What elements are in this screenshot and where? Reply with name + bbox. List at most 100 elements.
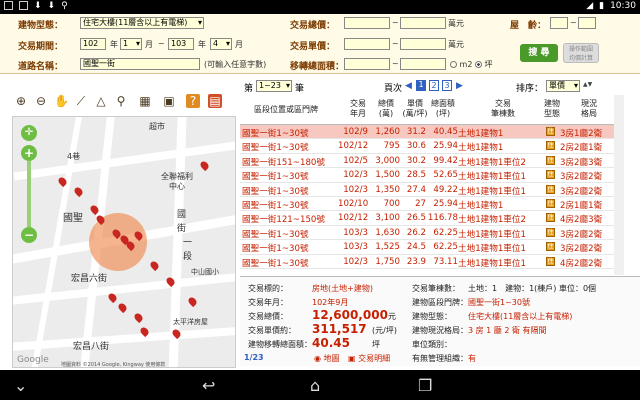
row-area: 40.45: [433, 127, 458, 137]
row-total: 1,750: [375, 256, 400, 267]
table-row[interactable]: 國聖一街1~30號 102/10 700 27 25.94 土地1建物1 2房1廳1衛住: [240, 197, 614, 212]
row-count: 土地1建物1車位1: [458, 186, 526, 197]
row-date: 103/3: [343, 242, 368, 253]
map-pin[interactable]: [148, 259, 161, 272]
row-area: 25.94: [433, 198, 458, 209]
row-total: 795: [383, 141, 400, 152]
layer-icon[interactable]: ▦: [138, 94, 152, 108]
map-link-button[interactable]: ◉ 地圖: [314, 353, 340, 364]
page-2[interactable]: 2: [429, 80, 439, 91]
month-to-select[interactable]: 4: [210, 38, 232, 50]
row-unit: 30.2: [406, 155, 426, 166]
area-min-input[interactable]: [344, 58, 390, 70]
map-pin[interactable]: [72, 185, 85, 198]
zoom-out-icon[interactable]: ⊖: [34, 94, 48, 108]
total-price-min-input[interactable]: [344, 17, 390, 29]
help-icon[interactable]: ?: [186, 94, 200, 108]
unit-price-min-input[interactable]: [344, 38, 390, 50]
row-layout: 3房2廳2衛: [560, 172, 603, 183]
pan-control-icon[interactable]: ✛: [21, 125, 37, 141]
table-row[interactable]: 國聖一街1~30號 102/12 795 30.6 25.94 土地1建物1 2房2廳1衛住: [240, 139, 614, 154]
row-date: 102/10: [338, 198, 369, 209]
table-row[interactable]: 國聖一街151~180號 102/5 3,000 30.2 99.42 土地1建物1車位2…: [240, 154, 614, 169]
detail-panel: 交易標的： 房地(土地+建物) 交易年月： 102年9月 交易總價： 12,60…: [240, 276, 640, 366]
back-icon[interactable]: ↩: [202, 376, 215, 395]
row-date: 102/3: [343, 184, 368, 195]
row-addr: 國聖一街1~30號: [242, 129, 309, 139]
table-row[interactable]: 國聖一街1~30號 102/3 1,500 28.5 52.65 土地1建物1車位1 3房2…: [240, 168, 614, 183]
row-date: 102/12: [338, 213, 369, 224]
row-area: 116.78: [427, 213, 458, 224]
area-triangle-icon[interactable]: △: [94, 94, 108, 108]
road-input[interactable]: 國聖一街: [80, 58, 200, 70]
usb-icon: ⚲: [61, 1, 68, 11]
zoom-in-icon[interactable]: ⊕: [14, 94, 28, 108]
next-page-icon[interactable]: ▶: [456, 81, 463, 91]
row-date: 102/3: [343, 256, 368, 267]
year-to-input[interactable]: 103: [168, 38, 194, 50]
map-toolbar: ⊕ ⊖ ✋ ⟋ △ ⚲ ▦ ▣ ? ▤: [0, 88, 236, 114]
area-max-input[interactable]: [400, 58, 446, 70]
total-price-max-input[interactable]: [400, 17, 446, 29]
search-button[interactable]: 搜 尋: [520, 44, 558, 62]
results-scrollbar[interactable]: [614, 95, 624, 275]
sort-select[interactable]: 單價: [546, 80, 580, 92]
zoom-control: ✛ + −: [15, 121, 45, 251]
row-date: 103/3: [343, 227, 368, 238]
zoom-minus-button[interactable]: −: [21, 227, 37, 243]
table-row[interactable]: 國聖一街121~150號 102/12 3,100 26.5 116.78 土地1建物1車…: [240, 211, 614, 226]
page-1[interactable]: 1: [416, 80, 426, 91]
row-addr: 國聖一街1~30號: [242, 186, 309, 197]
camera-icon[interactable]: ▣: [162, 94, 176, 108]
age-min-input[interactable]: [550, 17, 568, 29]
table-row[interactable]: 國聖一街1~30號 102/3 1,350 27.4 49.22 土地1建物1車位1 3房2…: [240, 183, 614, 197]
row-area: 73.11: [433, 256, 458, 267]
detail-link-button[interactable]: ▣ 交易明細: [348, 353, 390, 364]
map-pin[interactable]: [116, 301, 129, 314]
row-addr: 國聖一街121~150號: [242, 215, 325, 226]
row-count: 土地1建物1車位1: [458, 244, 526, 255]
building-type-icon: 住: [546, 213, 555, 223]
map-view[interactable]: 超市 全聯福利 中心 國聖 宏昌六街 宏昌八街 中山國小 太平洋房屋 4巷 國 …: [12, 116, 236, 368]
row-total: 1,525: [375, 242, 400, 253]
year-from-input[interactable]: 102: [80, 38, 106, 50]
row-total: 3,100: [375, 213, 400, 224]
keyboard-hide-icon[interactable]: ⌄: [14, 376, 27, 395]
unit-price-max-input[interactable]: [400, 38, 446, 50]
month-from-select[interactable]: 1: [120, 38, 142, 50]
sort-order-icon[interactable]: ▲▼: [583, 81, 592, 88]
pan-hand-icon[interactable]: ✋: [54, 94, 69, 108]
locate-pin-icon[interactable]: ⚲: [114, 94, 128, 108]
row-layout: 3房2廳2衛: [560, 186, 603, 197]
row-addr: 國聖一街1~30號: [242, 258, 309, 269]
ping-radio[interactable]: [474, 61, 482, 68]
map-pin[interactable]: [132, 311, 145, 324]
calculator-icon[interactable]: ▤: [208, 94, 222, 108]
table-row[interactable]: 國聖一街1~30號 103/3 1,525 24.5 62.25 土地1建物1車位1 3房2…: [240, 240, 614, 255]
recent-apps-icon[interactable]: ❐: [418, 376, 432, 395]
zoom-slider[interactable]: [27, 161, 31, 227]
table-row[interactable]: 國聖一街1~30號 102/9 1,260 31.2 40.45 土地1建物1 3房1廳2衛…: [240, 125, 614, 140]
unit-price-label: 交易單價：: [290, 42, 336, 52]
building-type-label: 建物型態：: [18, 21, 64, 31]
building-type-icon: 住: [546, 242, 555, 252]
range-select[interactable]: 1~23: [256, 80, 292, 92]
average-calc-button[interactable]: 操作範圍 均價計算: [563, 43, 599, 63]
row-total: 1,630: [375, 227, 400, 238]
prev-page-icon[interactable]: ◀: [405, 81, 412, 91]
page-3[interactable]: 3: [442, 80, 452, 91]
measure-icon[interactable]: ⟋: [74, 94, 88, 108]
map-pin[interactable]: [198, 159, 211, 172]
m2-radio[interactable]: [450, 61, 457, 68]
row-unit: 24.5: [406, 242, 426, 253]
age-max-input[interactable]: [578, 17, 596, 29]
table-row[interactable]: 國聖一街1~30號 102/3 1,750 23.9 73.11 土地1建物1車位1 4房2…: [240, 255, 614, 269]
home-icon[interactable]: ⌂: [310, 376, 320, 395]
wifi-icon: ◢: [586, 1, 594, 11]
row-count: 土地1建物1車位2: [458, 215, 526, 226]
map-pin[interactable]: [186, 295, 199, 308]
table-row[interactable]: 國聖一街1~30號 103/3 1,630 26.2 62.25 土地1建物1車位1 3房2…: [240, 226, 614, 241]
notification-icon: [19, 1, 28, 10]
zoom-plus-button[interactable]: +: [21, 145, 37, 161]
building-type-select[interactable]: 住宅大樓(11層含以上有電梯): [80, 17, 204, 29]
